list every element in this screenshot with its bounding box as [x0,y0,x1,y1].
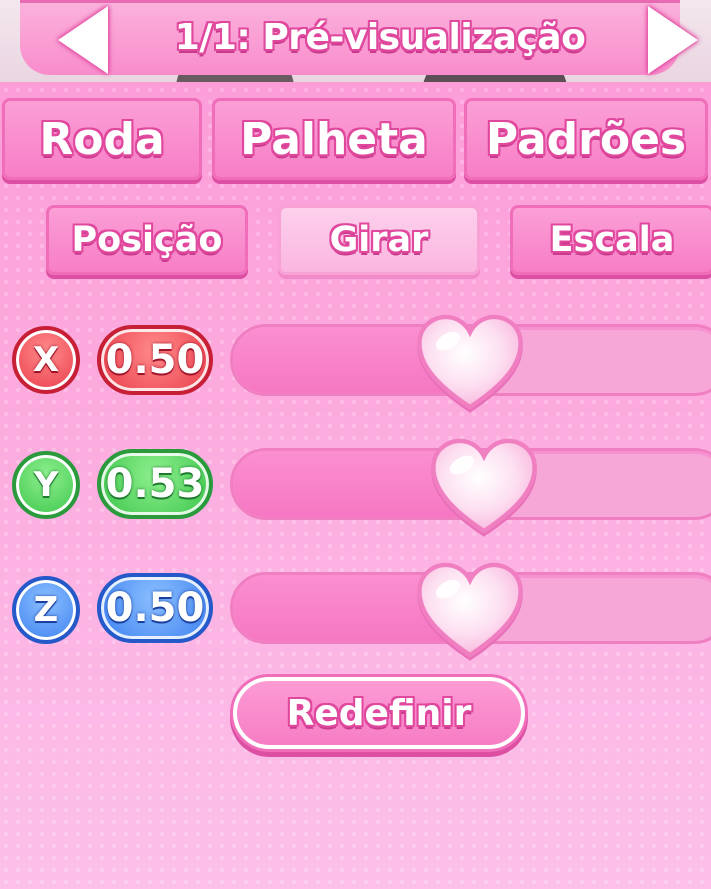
x-axis-label: X [32,340,60,380]
y-value-text: 0.53 [105,461,205,507]
tab-label: Palheta [240,113,428,165]
tab-label: Roda [39,113,165,165]
z-value-text: 0.50 [105,585,205,631]
subtab-posicao[interactable]: Posição [46,205,248,275]
x-axis-icon: X [12,326,80,394]
z-axis-label: Z [33,590,59,630]
previous-arrow-icon[interactable] [58,6,108,74]
subtab-girar[interactable]: Girar [278,205,480,275]
tab-palheta[interactable]: Palheta [212,98,456,180]
x-slider-heart-handle-icon[interactable] [415,312,525,412]
z-axis-icon: Z [12,576,80,644]
x-value-text: 0.50 [105,337,205,383]
y-value-display: 0.53 [97,449,213,519]
subtab-label: Posição [71,220,223,260]
z-value-display: 0.50 [97,573,213,643]
subtab-label: Girar [329,220,429,260]
y-axis-label: Y [33,465,59,505]
reset-button[interactable]: Redefinir [233,677,525,749]
subtab-escala[interactable]: Escala [510,205,711,275]
y-slider-heart-handle-icon[interactable] [429,436,539,536]
x-value-display: 0.50 [97,325,213,395]
reset-button-label: Redefinir [286,692,472,734]
subtab-label: Escala [549,220,675,260]
next-arrow-icon[interactable] [648,6,698,74]
y-axis-icon: Y [12,451,80,519]
tab-label: Padrões [485,113,687,165]
page-title: 1/1: Pré-visualização [174,17,586,58]
z-slider-heart-handle-icon[interactable] [415,560,525,660]
tab-padroes[interactable]: Padrões [464,98,708,180]
tab-roda[interactable]: Roda [2,98,202,180]
